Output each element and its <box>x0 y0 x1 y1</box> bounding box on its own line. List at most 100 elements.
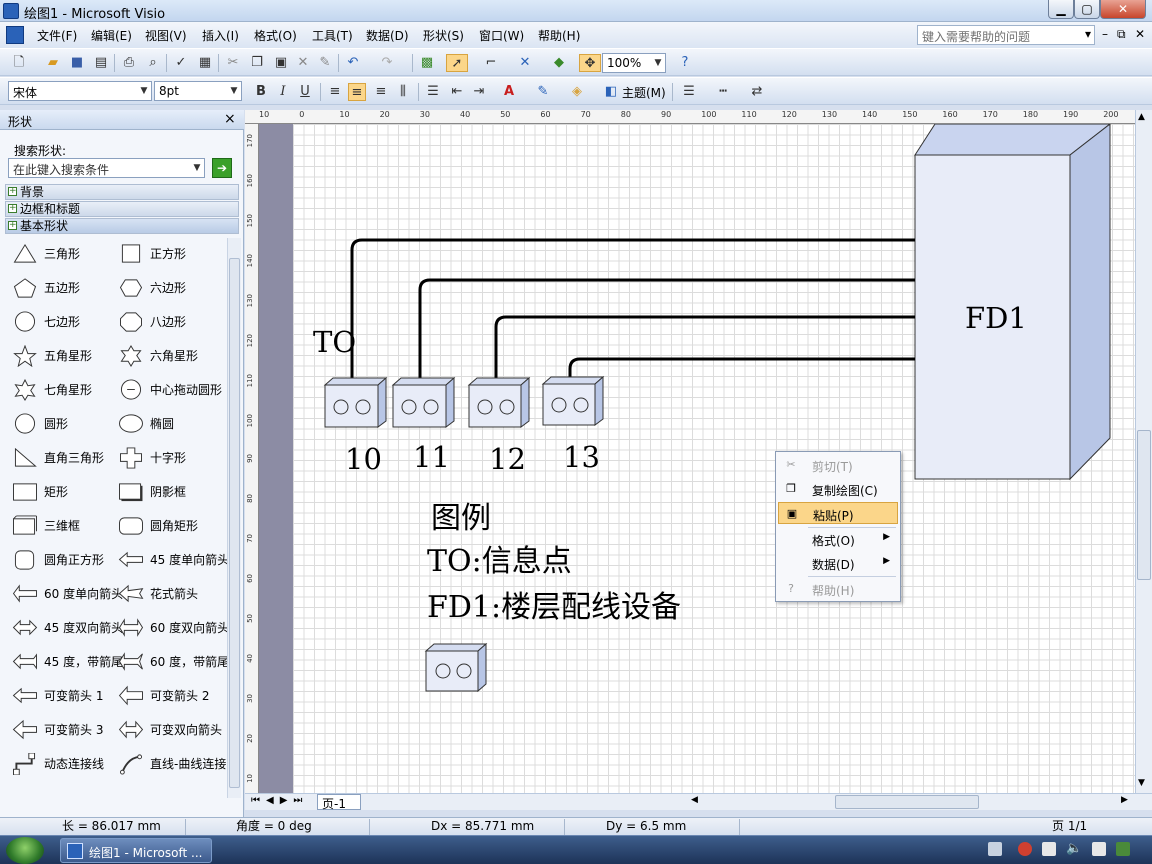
chevron-down-icon[interactable]: ▼ <box>190 159 204 177</box>
shape-octagon[interactable]: 八边形 <box>110 306 220 336</box>
shape-star5[interactable]: 五角星形 <box>4 340 114 370</box>
drawing-page[interactable]: TO FD1 10 11 12 13 图例 TO:信息点 FD1:楼层配线设备 <box>293 124 1135 793</box>
pan-zoom-icon[interactable]: ✥ <box>579 54 601 72</box>
fill-color-icon[interactable]: ◈ <box>568 83 586 101</box>
shape-right-triangle[interactable]: 直角三角形 <box>4 442 114 472</box>
chevron-down-icon[interactable]: ▼ <box>137 82 151 100</box>
permission-icon[interactable]: ▤ <box>92 54 110 72</box>
shape-rounded-square[interactable]: 圆角正方形 <box>4 544 114 574</box>
shape-arrow-60[interactable]: 60 度单向箭头 <box>4 578 123 608</box>
chevron-down-icon[interactable]: ▼ <box>651 54 665 72</box>
font-combo[interactable]: 宋体 ▼ <box>8 81 152 101</box>
shape-line-curve-connector[interactable]: 直线-曲线连接线 <box>110 748 238 778</box>
menu-item-paste[interactable]: ▣ 粘贴(P) <box>778 502 898 524</box>
shape-circle[interactable]: 圆形 <box>4 408 114 438</box>
paste-icon[interactable]: ▣ <box>272 54 290 72</box>
shape-dynamic-connector[interactable]: 动态连接线 <box>4 748 114 778</box>
cables[interactable] <box>350 238 915 384</box>
page-nav-icons[interactable]: ⏮◀▶⏭ <box>251 795 308 806</box>
spelling-icon[interactable]: ✓ <box>172 54 190 72</box>
close-icon[interactable]: × <box>224 111 236 127</box>
shape-tail-arrow-60[interactable]: 60 度，带箭尾 <box>110 646 229 676</box>
help-dropdown-icon[interactable]: ▾ <box>1085 27 1091 41</box>
shape-square[interactable]: 正方形 <box>110 238 220 268</box>
shape-var-double-arrow[interactable]: 可变双向箭头 <box>110 714 222 744</box>
align-left-icon[interactable]: ≡ <box>326 83 344 101</box>
shape-center-circle[interactable]: 中心拖动圆形 <box>110 374 222 404</box>
shape-var-arrow-3[interactable]: 可变箭头 3 <box>4 714 114 744</box>
tray-app-icon[interactable] <box>1018 842 1032 856</box>
menu-item-help[interactable]: ? 帮助(H) <box>778 578 898 600</box>
format-painter-icon[interactable]: ✎ <box>316 54 334 72</box>
security-icon[interactable] <box>1116 842 1130 856</box>
jack-11[interactable] <box>391 376 456 428</box>
document-icon[interactable] <box>6 26 24 44</box>
shape-arrow-45[interactable]: 45 度单向箭头 <box>110 544 229 574</box>
text-tool-icon[interactable]: ◆ <box>550 54 568 72</box>
shape-var-arrow-2[interactable]: 可变箭头 2 <box>110 680 220 710</box>
doc-restore-button[interactable]: ⧉ <box>1117 27 1126 42</box>
decrease-indent-icon[interactable]: ⇤ <box>448 83 466 101</box>
shape-triangle[interactable]: 三角形 <box>4 238 114 268</box>
jack-12[interactable] <box>467 376 531 428</box>
print-preview-icon[interactable]: ⌕ <box>144 54 162 72</box>
line-pattern-icon[interactable]: ┅ <box>714 83 732 101</box>
help-icon[interactable]: ? <box>676 54 694 72</box>
scroll-up-icon[interactable]: ▲ <box>1138 112 1145 122</box>
page-tab[interactable]: 页-1 <box>317 794 361 811</box>
shape-hexagon[interactable]: 六边形 <box>110 272 220 302</box>
stencil-background[interactable]: + 背景 <box>5 184 239 200</box>
menu-item-format[interactable]: 格式(O) ▶ <box>778 528 898 550</box>
cut-icon[interactable]: ✂ <box>224 54 242 72</box>
open-icon[interactable]: ▰ <box>44 54 62 72</box>
menu-item-copy-drawing[interactable]: ❐ 复制绘图(C) <box>778 478 898 500</box>
shapes-icon[interactable]: ▩ <box>418 54 436 72</box>
connector-tool-icon[interactable]: ⌐ <box>482 54 500 72</box>
delete-icon[interactable]: ✕ <box>294 54 312 72</box>
menu-file[interactable]: 文件(F) <box>37 27 77 44</box>
start-button-icon[interactable] <box>6 837 44 864</box>
line-weight-icon[interactable]: ☰ <box>680 83 698 101</box>
shape-double-arrow-45[interactable]: 45 度双向箭头 <box>4 612 123 642</box>
network-icon[interactable] <box>1042 842 1056 856</box>
shape-var-arrow-1[interactable]: 可变箭头 1 <box>4 680 114 710</box>
scroll-left-icon[interactable]: ◀ <box>691 795 698 805</box>
jack-10[interactable] <box>323 376 388 428</box>
drawing-canvas[interactable]: 10 0 10 20 30 40 50 60 70 80 90 100 110 120 130 140 150 1… <box>245 110 1135 793</box>
visio-app-icon[interactable] <box>3 3 19 19</box>
shape-rounded-rect[interactable]: 圆角矩形 <box>110 510 220 540</box>
menu-insert[interactable]: 插入(I) <box>202 27 239 44</box>
shape-shadow-box[interactable]: 阴影框 <box>110 476 220 506</box>
scrollbar-thumb[interactable] <box>229 258 240 788</box>
connection-point-icon[interactable]: ✕ <box>516 54 534 72</box>
theme-icon[interactable]: ◧ <box>602 83 620 101</box>
new-icon[interactable]: 🗋 <box>10 54 28 72</box>
doc-minimize-button[interactable]: – <box>1102 27 1108 41</box>
research-icon[interactable]: ▦ <box>196 54 214 72</box>
italic-button[interactable]: I <box>274 83 292 101</box>
copy-icon[interactable]: ❐ <box>248 54 266 72</box>
shape-pentagon[interactable]: 五边形 <box>4 272 114 302</box>
justify-icon[interactable]: ⫼ <box>394 83 412 101</box>
shape-ellipse[interactable]: 椭圆 <box>110 408 220 438</box>
menu-view[interactable]: 视图(V) <box>145 27 187 44</box>
font-size-combo[interactable]: 8pt ▼ <box>154 81 242 101</box>
shape-3d-box[interactable]: 三维框 <box>4 510 114 540</box>
taskbar-visio-button[interactable]: 绘图1 - Microsoft ... <box>60 838 212 863</box>
menu-item-data[interactable]: 数据(D) ▶ <box>778 552 898 574</box>
theme-button[interactable]: 主题(M) <box>622 84 666 101</box>
increase-indent-icon[interactable]: ⇥ <box>470 83 488 101</box>
shapes-scrollbar[interactable] <box>227 238 241 798</box>
minimize-button[interactable]: ▁ <box>1048 0 1074 19</box>
menu-tools[interactable]: 工具(T) <box>312 27 353 44</box>
shape-fancy-arrow[interactable]: 花式箭头 <box>110 578 220 608</box>
hscroll-thumb[interactable] <box>835 795 979 809</box>
search-shapes-input[interactable]: 在此键入搜索条件 ▼ <box>8 158 205 178</box>
align-right-icon[interactable]: ≡ <box>372 83 390 101</box>
pointer-tool-icon[interactable]: ➚ <box>446 54 468 72</box>
maximize-button[interactable]: ▢ <box>1074 0 1100 19</box>
shape-star6[interactable]: 六角星形 <box>110 340 220 370</box>
stencil-borders-titles[interactable]: + 边框和标题 <box>5 201 239 217</box>
scroll-right-icon[interactable]: ▶ <box>1121 795 1128 805</box>
font-color-icon[interactable]: A <box>500 83 518 101</box>
